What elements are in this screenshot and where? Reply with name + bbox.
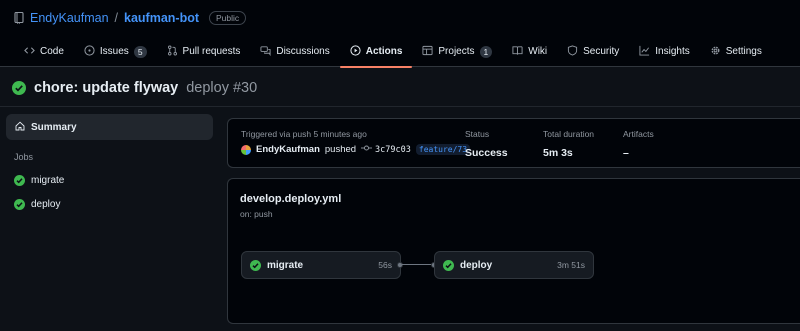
success-check-icon — [443, 259, 454, 271]
artifacts-value: – — [623, 147, 629, 159]
commit-icon — [361, 144, 373, 155]
success-check-icon — [14, 174, 25, 186]
success-check-icon — [250, 259, 261, 271]
tab-label: Discussions — [276, 46, 330, 57]
repo-header: EndyKaufman / kaufman-bot Public Code Is… — [0, 0, 800, 68]
tab-label: Insights — [655, 46, 690, 57]
connector-dot — [397, 262, 403, 268]
book-icon — [512, 45, 523, 59]
commit-link[interactable]: 3c79c03 — [361, 144, 411, 155]
tab-actions[interactable]: Actions — [339, 36, 413, 68]
pull-request-icon — [167, 45, 178, 59]
trigger-text: Triggered via push 5 minutes ago — [241, 129, 367, 139]
tab-label: Wiki — [528, 46, 548, 57]
success-check-icon — [12, 81, 26, 95]
table-icon — [422, 45, 433, 59]
code-icon — [24, 45, 35, 59]
shield-icon — [567, 44, 578, 59]
artifacts-block: Artifacts – — [623, 129, 654, 159]
actor-link[interactable]: EndyKaufman — [256, 144, 320, 155]
status-value: Success — [465, 147, 508, 159]
repo-breadcrumb: EndyKaufman / kaufman-bot Public — [14, 10, 247, 26]
commit-sha: 3c79c03 — [375, 144, 411, 155]
duration-label: Total duration — [543, 129, 595, 139]
tab-label: Projects — [438, 46, 475, 57]
workflow-trigger: on: push — [240, 209, 273, 219]
graph-job-duration: 3m 51s — [557, 260, 585, 270]
tab-wiki[interactable]: Wiki — [502, 36, 557, 67]
projects-count-badge: 1 — [479, 45, 493, 58]
sidebar-job-label: migrate — [31, 174, 65, 186]
branch-badge[interactable]: feature/73 — [415, 144, 471, 155]
tab-label: Pull requests — [182, 46, 241, 57]
repo-separator: / — [114, 11, 119, 25]
sidebar-job-label: deploy — [31, 198, 61, 210]
run-title: chore: update flyway — [34, 80, 179, 96]
workflow-graph-card: develop.deploy.yml on: push migrate 56s … — [227, 178, 800, 324]
graph-job-migrate[interactable]: migrate 56s — [241, 251, 401, 279]
avatar[interactable] — [241, 144, 251, 155]
discussions-icon — [260, 45, 271, 59]
duration-block: Total duration 5m 3s — [543, 129, 594, 159]
gear-icon — [710, 45, 721, 59]
graph-job-name: migrate — [267, 259, 304, 271]
tab-label: Actions — [365, 46, 403, 57]
graph-job-deploy[interactable]: deploy 3m 51s — [434, 251, 594, 279]
issues-count-badge: 5 — [133, 45, 147, 58]
home-icon — [15, 121, 25, 134]
sidebar-item-label: Summary — [31, 121, 77, 133]
graph-job-duration: 56s — [378, 260, 392, 270]
sidebar-item-summary[interactable]: Summary — [6, 114, 213, 140]
repo-name-link[interactable]: kaufman-bot — [124, 11, 199, 25]
graph-icon — [639, 45, 650, 59]
trigger-detail: EndyKaufman pushed 3c79c03 feature/73 — [241, 144, 471, 155]
tab-discussions[interactable]: Discussions — [250, 36, 339, 67]
tab-label: Settings — [725, 46, 762, 57]
jobs-heading: Jobs — [14, 152, 34, 162]
run-sidebar: Summary Jobs migrate deploy — [0, 107, 220, 331]
tab-code[interactable]: Code — [14, 36, 74, 67]
run-workflow-ref: deploy #30 — [186, 80, 258, 96]
sidebar-job-deploy[interactable]: deploy — [14, 196, 60, 212]
repo-icon — [14, 11, 24, 24]
run-summary-card: Triggered via push 5 minutes ago EndyKau… — [227, 118, 800, 168]
artifacts-label: Artifacts — [623, 129, 654, 139]
tab-pull-requests[interactable]: Pull requests — [157, 36, 251, 67]
tab-security[interactable]: Security — [557, 36, 629, 67]
tab-projects[interactable]: Projects 1 — [412, 36, 502, 67]
visibility-badge: Public — [209, 11, 247, 25]
status-label: Status — [465, 129, 490, 139]
action-text: pushed — [324, 144, 357, 155]
workflow-file-name[interactable]: develop.deploy.yml — [240, 193, 341, 205]
issue-icon — [84, 44, 95, 59]
tab-insights[interactable]: Insights — [629, 36, 699, 67]
tab-label: Issues — [99, 46, 129, 57]
duration-value: 5m 3s — [543, 147, 573, 159]
tab-issues[interactable]: Issues 5 — [74, 36, 157, 67]
repo-nav: Code Issues 5 Pull requests Discussions … — [14, 36, 772, 68]
tab-settings[interactable]: Settings — [700, 36, 772, 67]
job-connector-line — [402, 264, 432, 265]
tab-label: Security — [583, 46, 620, 57]
repo-owner-link[interactable]: EndyKaufman — [30, 11, 109, 25]
sidebar-job-migrate[interactable]: migrate — [14, 172, 64, 188]
tab-label: Code — [40, 46, 64, 57]
run-header: chore: update flyway deploy #30 — [12, 78, 257, 98]
graph-job-name: deploy — [460, 259, 493, 271]
play-icon — [350, 44, 361, 59]
success-check-icon — [14, 198, 25, 210]
status-block: Status Success — [465, 129, 508, 159]
